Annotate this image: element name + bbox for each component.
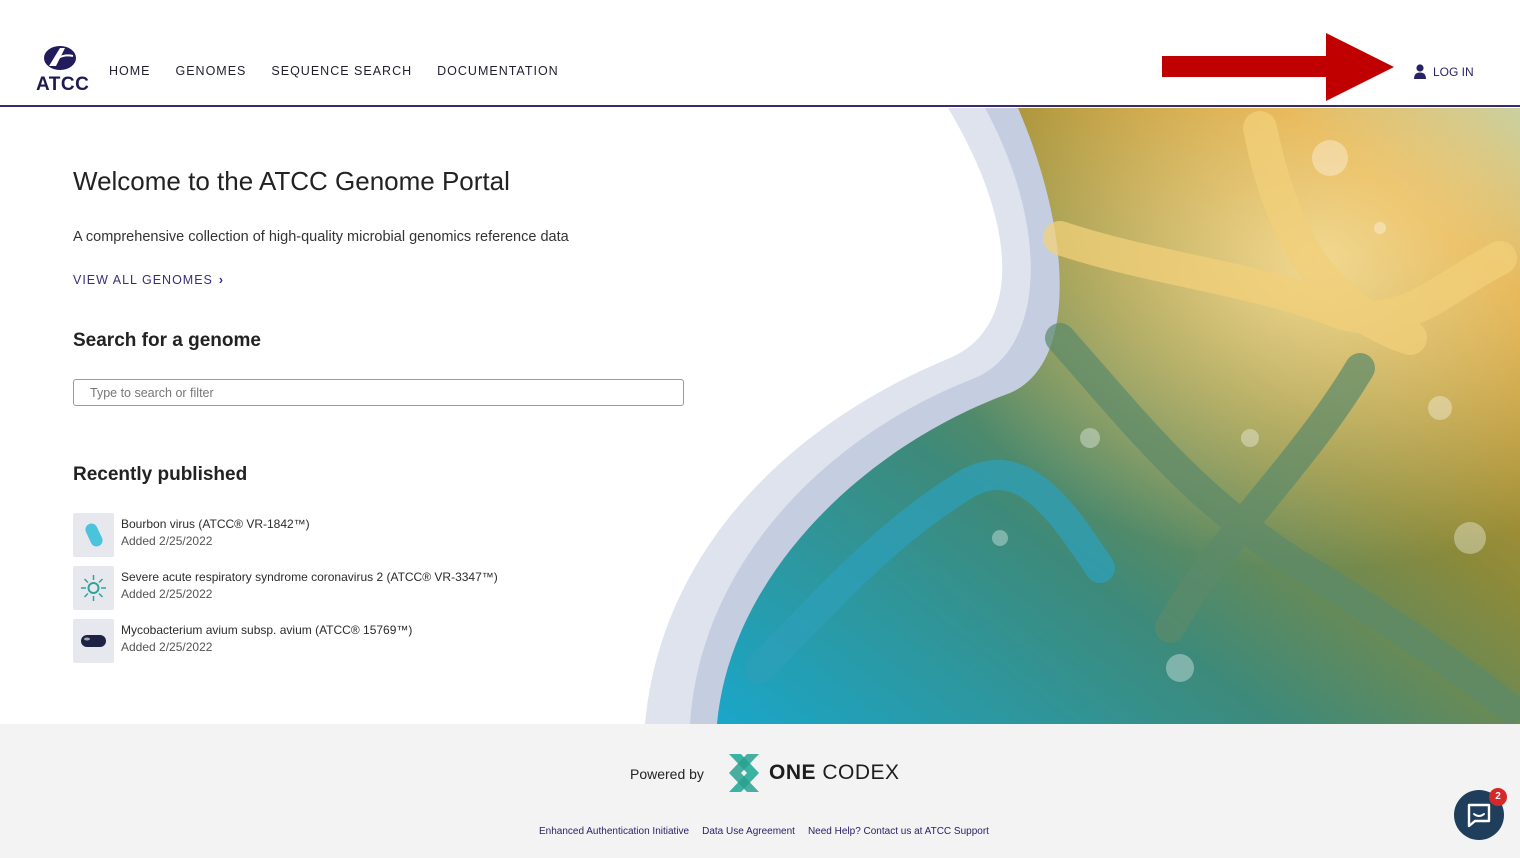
genome-name: Mycobacterium avium subsp. avium (ATCC® … (121, 623, 413, 637)
bacterium-icon (73, 619, 114, 663)
nav-genomes[interactable]: GENOMES (176, 64, 247, 78)
one-codex-wordmark: ONE CODEX (769, 761, 900, 785)
top-header: ATCC HOME GENOMES SEQUENCE SEARCH DOCUME… (0, 0, 1520, 107)
genome-name: Severe acute respiratory syndrome corona… (121, 570, 498, 584)
view-all-genomes-label: VIEW ALL GENOMES (73, 273, 213, 287)
user-icon (1414, 64, 1426, 79)
powered-by-text: Powered by (630, 766, 704, 782)
login-label: LOG IN (1433, 64, 1474, 79)
page-title: Welcome to the ATCC Genome Portal (73, 166, 510, 196)
atcc-logo[interactable]: ATCC (36, 44, 90, 95)
virus-capsule-icon (73, 513, 114, 557)
login-link[interactable]: LOG IN (1413, 64, 1474, 79)
list-item[interactable]: Severe acute respiratory syndrome corona… (73, 566, 693, 610)
genome-name: Bourbon virus (ATCC® VR-1842™) (121, 517, 310, 531)
footer-link-data-use[interactable]: Data Use Agreement (702, 826, 795, 837)
genome-search-input[interactable] (73, 379, 684, 406)
view-all-genomes-link[interactable]: VIEW ALL GENOMES › (73, 273, 224, 287)
footer-links: Enhanced Authentication Initiative Data … (539, 826, 989, 837)
page-subtitle: A comprehensive collection of high-quali… (73, 229, 569, 245)
nav-home[interactable]: HOME (109, 64, 151, 78)
list-item[interactable]: Bourbon virus (ATCC® VR-1842™) Added 2/2… (73, 513, 693, 557)
main-nav: HOME GENOMES SEQUENCE SEARCH DOCUMENTATI… (109, 64, 584, 78)
atcc-logo-mark-icon (44, 46, 76, 70)
chat-notification-badge: 2 (1489, 788, 1507, 806)
one-codex-rest: CODEX (816, 761, 900, 784)
chevron-right-icon: › (218, 273, 225, 287)
search-heading: Search for a genome (73, 330, 261, 351)
genome-date: Added 2/25/2022 (121, 587, 213, 601)
one-codex-bold: ONE (769, 761, 817, 784)
list-item[interactable]: Mycobacterium avium subsp. avium (ATCC® … (73, 619, 693, 663)
annotation-arrow-icon (1162, 33, 1394, 101)
chat-bubble-icon (1467, 803, 1491, 828)
nav-sequence-search[interactable]: SEQUENCE SEARCH (271, 64, 412, 78)
footer-link-auth[interactable]: Enhanced Authentication Initiative (539, 826, 689, 837)
genome-date: Added 2/25/2022 (121, 534, 213, 548)
footer-link-support[interactable]: Need Help? Contact us at ATCC Support (808, 826, 989, 837)
recently-published-heading: Recently published (73, 464, 248, 485)
atcc-logo-text: ATCC (36, 74, 90, 95)
one-codex-logo-icon[interactable] (727, 752, 761, 794)
page-footer: Powered by ONE CODEX Enhanced Authentica… (0, 724, 1520, 858)
genome-date: Added 2/25/2022 (121, 640, 213, 654)
coronavirus-icon (73, 566, 114, 610)
nav-documentation[interactable]: DOCUMENTATION (437, 64, 559, 78)
